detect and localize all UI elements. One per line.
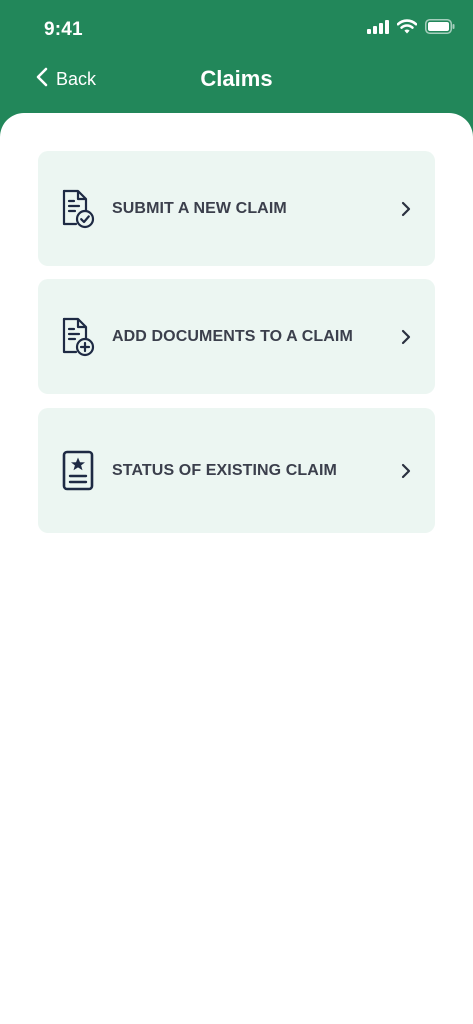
chevron-right-icon — [399, 462, 413, 480]
status-icons — [367, 19, 455, 39]
document-check-icon — [60, 189, 96, 229]
document-add-icon — [60, 317, 96, 357]
document-star-icon — [60, 450, 96, 491]
add-documents-button[interactable]: ADD DOCUMENTS TO A CLAIM — [38, 279, 435, 394]
wifi-icon — [396, 19, 418, 39]
card-label: SUBMIT A NEW CLAIM — [112, 199, 287, 217]
status-time: 9:41 — [44, 19, 83, 40]
card-label: STATUS OF EXISTING CLAIM — [112, 461, 337, 479]
claim-status-button[interactable]: STATUS OF EXISTING CLAIM — [38, 408, 435, 533]
chevron-right-icon — [399, 200, 413, 218]
card-label: ADD DOCUMENTS TO A CLAIM — [112, 327, 353, 345]
page-title: Claims — [200, 66, 273, 91]
chevron-right-icon — [399, 328, 413, 346]
cellular-signal-icon — [367, 19, 389, 39]
battery-icon — [425, 19, 455, 39]
submit-new-claim-button[interactable]: SUBMIT A NEW CLAIM — [38, 151, 435, 266]
